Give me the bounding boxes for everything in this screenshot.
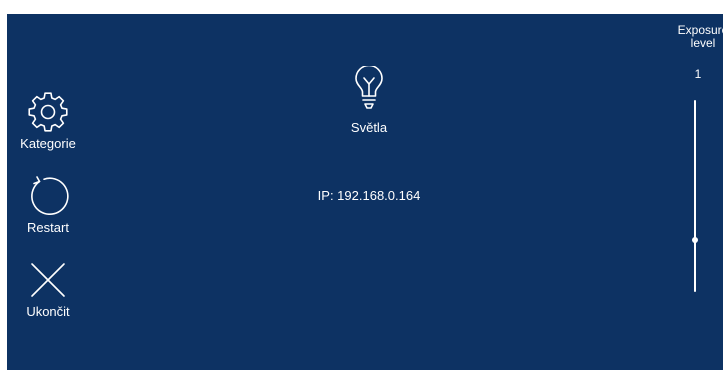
kategorie-label: Kategorie bbox=[20, 136, 76, 151]
ukoncit-label: Ukončit bbox=[26, 304, 70, 319]
kategorie-button[interactable]: Kategorie bbox=[8, 90, 88, 152]
restart-label: Restart bbox=[27, 220, 69, 235]
ip-address: IP: 192.168.0.164 bbox=[317, 188, 421, 203]
lights-button[interactable]: Světla bbox=[329, 64, 409, 136]
exposure-title-line2: level bbox=[690, 36, 716, 50]
app-panel: Kategorie Restart Ukončit Světla IP: 192… bbox=[7, 14, 723, 370]
exposure-slider[interactable] bbox=[685, 100, 705, 292]
exposure-title: Exposure level bbox=[658, 24, 723, 50]
slider-thumb[interactable] bbox=[692, 237, 698, 244]
exposure-value: 1 bbox=[694, 67, 702, 81]
ukoncit-button[interactable]: Ukončit bbox=[8, 258, 88, 320]
restart-button[interactable]: Restart bbox=[8, 174, 88, 236]
close-icon bbox=[31, 263, 65, 297]
exposure-title-line1: Exposure bbox=[677, 23, 723, 37]
lights-label: Světla bbox=[350, 120, 388, 135]
gear-icon bbox=[28, 92, 68, 132]
slider-track[interactable] bbox=[694, 100, 696, 292]
refresh-icon bbox=[31, 176, 69, 216]
lightbulb-icon bbox=[355, 64, 383, 109]
